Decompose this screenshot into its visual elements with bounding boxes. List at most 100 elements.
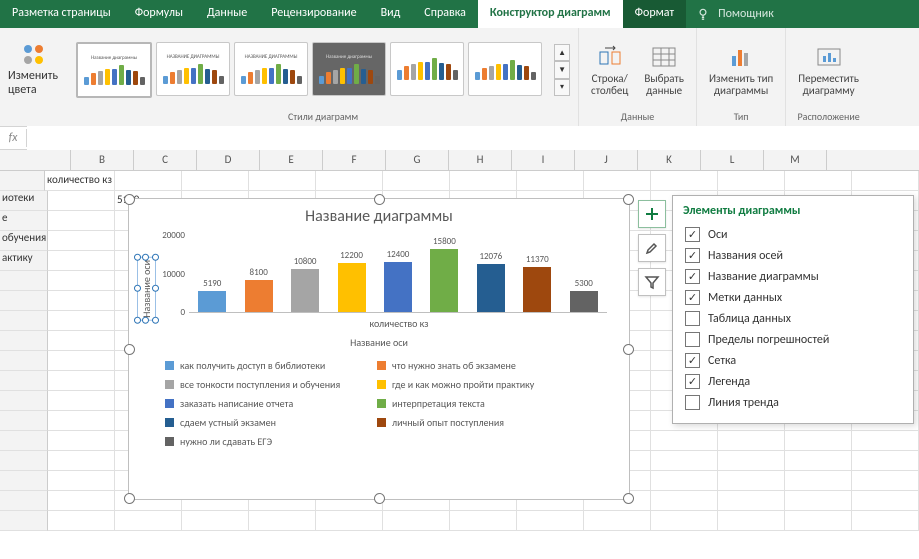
cell[interactable] <box>718 471 785 491</box>
cell[interactable] <box>48 331 115 351</box>
cell[interactable] <box>48 211 115 231</box>
cell[interactable] <box>115 511 182 531</box>
cell[interactable] <box>651 471 718 491</box>
row-header[interactable] <box>0 511 48 531</box>
legend-item[interactable]: как получить доступ в библиотеки <box>165 359 365 372</box>
row-header[interactable] <box>0 431 48 451</box>
row-header[interactable]: иотеки <box>0 191 48 211</box>
cell[interactable] <box>48 491 115 511</box>
chart-bar[interactable]: 12400 <box>375 249 421 312</box>
row-header[interactable] <box>0 351 48 371</box>
cell[interactable] <box>718 431 785 451</box>
tab-page-layout[interactable]: Разметка страницы <box>0 0 123 28</box>
cell[interactable] <box>316 171 383 191</box>
row-header[interactable]: актику <box>0 251 48 271</box>
tab-view[interactable]: Вид <box>369 0 413 28</box>
chart-plot-area[interactable]: 20000 10000 0 51908100108001220012400158… <box>189 232 607 313</box>
styles-expand[interactable]: ▾ <box>554 79 570 96</box>
row-header[interactable]: е <box>0 211 48 231</box>
cell[interactable] <box>48 471 115 491</box>
change-colors-button[interactable]: Изменить цвета <box>8 41 66 99</box>
cell[interactable] <box>383 511 450 531</box>
resize-handle[interactable] <box>623 344 634 355</box>
cell[interactable] <box>718 491 785 511</box>
cell[interactable] <box>785 491 852 511</box>
row-header[interactable]: обучения <box>0 231 48 251</box>
chart-bar[interactable]: 10800 <box>282 256 328 312</box>
cell[interactable] <box>249 511 316 531</box>
resize-handle[interactable] <box>623 194 634 205</box>
row-header[interactable] <box>0 311 48 331</box>
resize-handle[interactable] <box>374 194 385 205</box>
legend-item[interactable]: что нужно знать об экзамене <box>377 359 577 372</box>
tab-help[interactable]: Справка <box>412 0 478 28</box>
cell[interactable] <box>852 471 919 491</box>
resize-handle[interactable] <box>124 344 135 355</box>
cell[interactable] <box>651 511 718 531</box>
chart-element-option[interactable]: ✓Название диаграммы <box>683 266 903 287</box>
cell[interactable] <box>651 171 718 191</box>
tab-formulas[interactable]: Формулы <box>123 0 195 28</box>
cell[interactable] <box>48 311 115 331</box>
row-header[interactable] <box>0 451 48 471</box>
cell[interactable] <box>48 371 115 391</box>
col-K[interactable]: K <box>638 150 701 170</box>
chart-style-3[interactable]: НАЗВАНИЕ ДИАГРАММЫ <box>234 42 308 96</box>
col-E[interactable]: E <box>260 150 323 170</box>
col-J[interactable]: J <box>575 150 638 170</box>
cell[interactable] <box>48 251 115 271</box>
cell[interactable] <box>48 271 115 291</box>
col-B[interactable]: B <box>71 150 134 170</box>
chart-style-1[interactable]: Название диаграммы <box>76 42 152 98</box>
cell[interactable] <box>852 491 919 511</box>
row-header[interactable] <box>0 291 48 311</box>
cell[interactable] <box>517 511 584 531</box>
chart-styles-button[interactable] <box>638 234 666 262</box>
chart-elements-button[interactable] <box>638 200 666 228</box>
chart-bar[interactable]: 12200 <box>328 250 374 312</box>
cell[interactable] <box>48 231 115 251</box>
row-header[interactable] <box>0 271 48 291</box>
cell[interactable] <box>48 451 115 471</box>
select-data-button[interactable]: Выбрать данные <box>640 41 688 99</box>
cell[interactable] <box>785 171 852 191</box>
cell[interactable] <box>48 391 115 411</box>
cell[interactable] <box>785 511 852 531</box>
tell-me[interactable]: Помощник <box>686 0 784 28</box>
select-all-corner[interactable] <box>0 150 71 170</box>
chart-element-option[interactable]: ✓Легенда <box>683 371 903 392</box>
cell[interactable] <box>584 171 651 191</box>
chart-filters-button[interactable] <box>638 268 666 296</box>
cell[interactable] <box>852 171 919 191</box>
tab-format[interactable]: Формат <box>623 0 686 28</box>
cell[interactable] <box>48 411 115 431</box>
col-G[interactable]: G <box>386 150 449 170</box>
styles-scroll-up[interactable]: ▲ <box>554 44 570 61</box>
cell[interactable] <box>517 171 584 191</box>
checkbox[interactable] <box>685 395 700 410</box>
embedded-chart[interactable]: Название диаграммы Название оси 20000 10… <box>128 198 630 500</box>
chart-legend[interactable]: как получить доступ в библиотеки что нужн… <box>165 359 617 448</box>
cell[interactable] <box>115 171 182 191</box>
chart-element-option[interactable]: ✓Метки данных <box>683 287 903 308</box>
checkbox[interactable]: ✓ <box>685 248 700 263</box>
legend-item[interactable]: где и как можно пройти практику <box>377 378 577 391</box>
chart-style-5[interactable] <box>390 42 464 96</box>
tab-chart-design[interactable]: Конструктор диаграмм <box>478 0 623 28</box>
resize-handle[interactable] <box>623 493 634 504</box>
checkbox[interactable] <box>685 311 700 326</box>
cell[interactable] <box>852 511 919 531</box>
cell[interactable] <box>182 511 249 531</box>
cell[interactable] <box>718 171 785 191</box>
cell[interactable] <box>651 431 718 451</box>
chart-bar[interactable]: 11370 <box>514 254 560 313</box>
chart-bar[interactable]: 8100 <box>235 267 281 312</box>
legend-item[interactable]: заказать написание отчета <box>165 397 365 410</box>
cell[interactable] <box>651 451 718 471</box>
legend-item[interactable]: все тонкости поступления и обучения <box>165 378 365 391</box>
row-header[interactable] <box>0 411 48 431</box>
tab-review[interactable]: Рецензирование <box>259 0 368 28</box>
col-H[interactable]: H <box>449 150 512 170</box>
row-header[interactable] <box>0 391 48 411</box>
chart-style-2[interactable]: НАЗВАНИЕ ДИАГРАММЫ <box>156 42 230 96</box>
